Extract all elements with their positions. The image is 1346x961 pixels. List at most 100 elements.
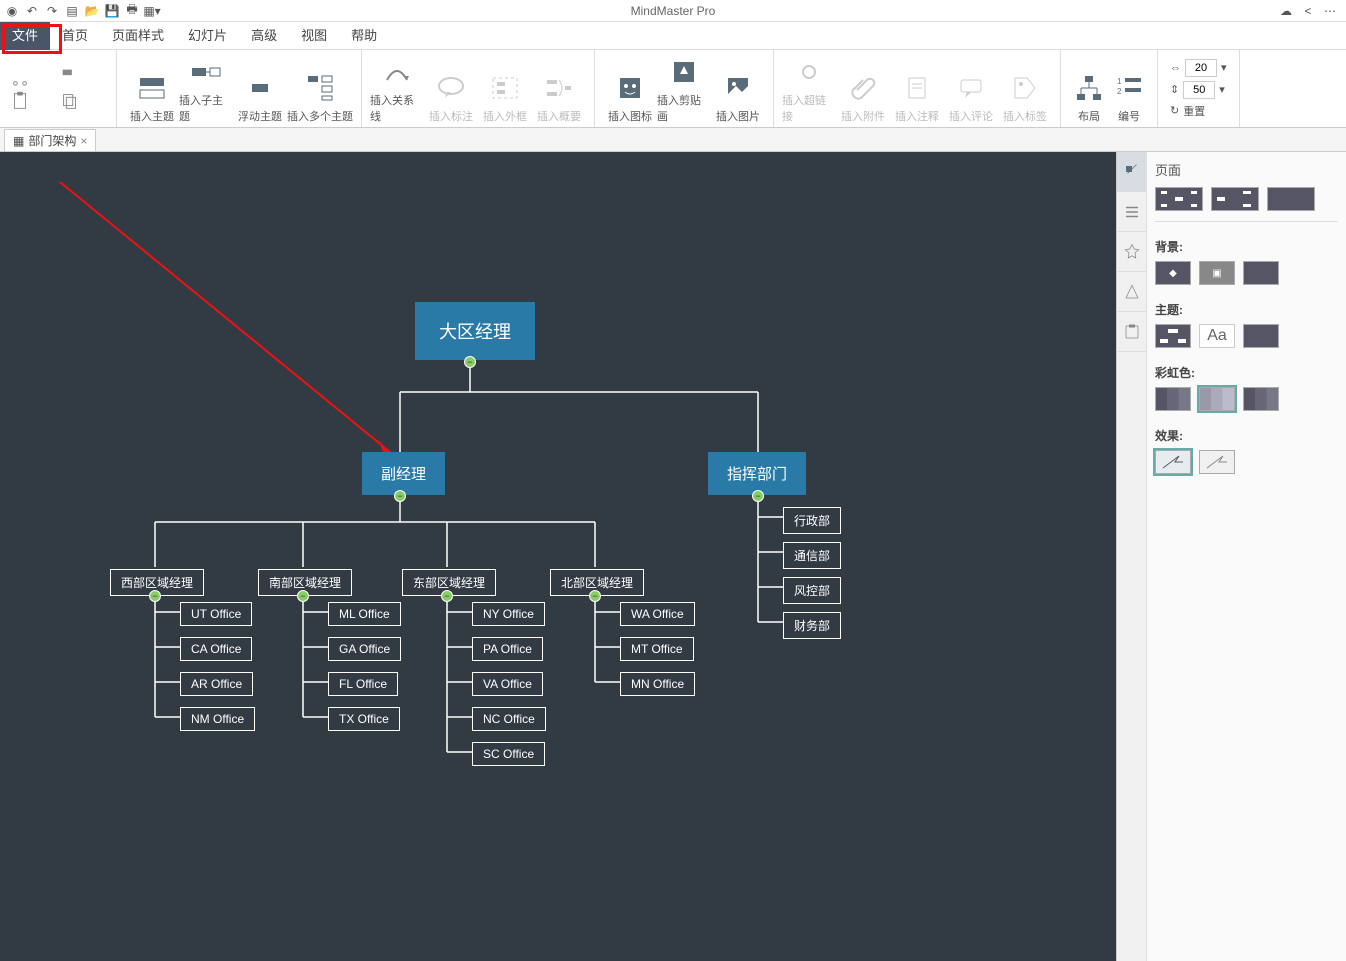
open-icon[interactable]: 📂 [84, 3, 100, 19]
paste-icon[interactable] [8, 90, 32, 112]
reset-button[interactable]: ↻ 重置 [1170, 103, 1227, 119]
collapse-toggle[interactable]: − [394, 490, 406, 502]
collapse-toggle[interactable]: − [149, 590, 161, 602]
collapse-toggle[interactable]: − [297, 590, 309, 602]
mindmap-leaf[interactable]: NC Office [472, 707, 546, 731]
mindmap-leaf[interactable]: TX Office [328, 707, 400, 731]
insert-hyperlink-button[interactable]: 插入超链接 [782, 54, 836, 124]
collapse-toggle[interactable]: − [464, 356, 476, 368]
export-icon[interactable]: ▦▾ [144, 3, 160, 19]
mindmap-leaf[interactable]: CA Office [180, 637, 252, 661]
more-icon[interactable]: ⋯ [1322, 3, 1338, 19]
sidetab-format[interactable] [1117, 152, 1146, 192]
mindmap-leaf[interactable]: 行政部 [783, 507, 841, 534]
bg-option[interactable] [1243, 261, 1279, 285]
bg-option[interactable]: ▣ [1199, 261, 1235, 285]
mindmap-leaf[interactable]: MN Office [620, 672, 695, 696]
mindmap-leaf[interactable]: NM Office [180, 707, 255, 731]
sidetab-outline[interactable] [1117, 192, 1146, 232]
insert-clipart-button[interactable]: 插入剪贴画 [657, 54, 711, 124]
insert-multiple-button[interactable]: 插入多个主题 [287, 54, 353, 124]
undo-icon[interactable]: ↶ [24, 3, 40, 19]
insert-note-button[interactable]: 插入注释 [890, 54, 944, 124]
mindmap-leaf[interactable]: WA Office [620, 602, 695, 626]
insert-boundary-button[interactable]: 插入外框 [478, 54, 532, 124]
mindmap-leaf[interactable]: MT Office [620, 637, 694, 661]
sidetab-clipart[interactable] [1117, 272, 1146, 312]
insert-tag-button[interactable]: 插入标签 [998, 54, 1052, 124]
rainbow-option[interactable] [1199, 387, 1235, 411]
menu-pagestyle[interactable]: 页面样式 [100, 22, 176, 50]
copy-icon[interactable] [58, 90, 82, 112]
rainbow-option[interactable] [1155, 387, 1191, 411]
collapse-toggle[interactable]: − [752, 490, 764, 502]
panel-title: 页面 [1155, 160, 1338, 179]
menu-view[interactable]: 视图 [289, 22, 339, 50]
mindmap-root[interactable]: 大区经理 [415, 302, 535, 360]
insert-topic-button[interactable]: 插入主题 [125, 54, 179, 124]
collapse-toggle[interactable]: − [589, 590, 601, 602]
mindmap-leaf[interactable]: 通信部 [783, 542, 841, 569]
mindmap-leaf[interactable]: ML Office [328, 602, 401, 626]
insert-attachment-button[interactable]: 插入附件 [836, 54, 890, 124]
globe-icon[interactable]: ◉ [4, 3, 20, 19]
numbering-button[interactable]: 12 编号 [1109, 54, 1149, 124]
mindmap-sub-command[interactable]: 指挥部门 [708, 452, 806, 495]
sidetab-task[interactable] [1117, 312, 1146, 352]
stepper-icon[interactable]: ▾ [1219, 83, 1225, 96]
insert-callout-button[interactable]: 插入标注 [424, 54, 478, 124]
save-icon[interactable]: 💾 [104, 3, 120, 19]
collapse-toggle[interactable]: − [441, 590, 453, 602]
menu-help[interactable]: 帮助 [339, 22, 389, 50]
cut-icon[interactable] [8, 66, 32, 88]
mindmap-leaf[interactable]: 财务部 [783, 612, 841, 639]
canvas[interactable]: 大区经理 − 副经理 − 指挥部门 − 西部区域经理 − 南部区域经理 − 东部… [0, 152, 1116, 961]
menu-advanced[interactable]: 高级 [239, 22, 289, 50]
theme-option[interactable] [1155, 324, 1191, 348]
mindmap-leaf[interactable]: NY Office [472, 602, 545, 626]
share-icon[interactable]: < [1300, 3, 1316, 19]
mindmap-leaf[interactable]: UT Office [180, 602, 252, 626]
mindmap-leaf[interactable]: PA Office [472, 637, 543, 661]
insert-subtopic-button[interactable]: 插入子主题 [179, 54, 233, 124]
mindmap-leaf[interactable]: AR Office [180, 672, 253, 696]
stepper-icon[interactable]: ▾ [1221, 61, 1227, 74]
svg-text:2: 2 [1117, 87, 1122, 96]
mindmap-leaf[interactable]: FL Office [328, 672, 398, 696]
mindmap-leaf[interactable]: 风控部 [783, 577, 841, 604]
sidetab-iconlib[interactable] [1117, 232, 1146, 272]
effect-option[interactable] [1199, 450, 1235, 474]
layout-option[interactable] [1267, 187, 1315, 211]
new-icon[interactable]: ▤ [64, 3, 80, 19]
hspacing-input[interactable] [1185, 59, 1217, 77]
mindmap-sub-assistant[interactable]: 副经理 [362, 452, 445, 495]
bg-option[interactable]: ◆ [1155, 261, 1191, 285]
theme-font-option[interactable]: Aa [1199, 324, 1235, 348]
insert-icon-button[interactable]: 插入图标 [603, 54, 657, 124]
mindmap-leaf[interactable]: SC Office [472, 742, 545, 766]
mindmap-leaf[interactable]: GA Office [328, 637, 401, 661]
menu-slideshow[interactable]: 幻灯片 [176, 22, 239, 50]
numbering-icon: 12 [1113, 72, 1145, 104]
close-icon[interactable]: × [80, 134, 87, 148]
effect-option[interactable] [1155, 450, 1191, 474]
mindmap-leaf[interactable]: VA Office [472, 672, 543, 696]
insert-relation-button[interactable]: 插入关系线 [370, 54, 424, 124]
insert-comment-button[interactable]: 插入评论 [944, 54, 998, 124]
print-icon[interactable]: 🖶 [124, 3, 140, 19]
insert-image-button[interactable]: 插入图片 [711, 54, 765, 124]
layout-option[interactable] [1155, 187, 1203, 211]
floating-topic-button[interactable]: 浮动主题 [233, 54, 287, 124]
panel-section-layout [1155, 187, 1338, 222]
panel-section-rainbow: 彩虹色: [1155, 364, 1338, 411]
document-tab[interactable]: ▦ 部门架构 × [4, 129, 96, 151]
layout-option[interactable] [1211, 187, 1259, 211]
insert-summary-button[interactable]: 插入概要 [532, 54, 586, 124]
redo-icon[interactable]: ↷ [44, 3, 60, 19]
theme-option[interactable] [1243, 324, 1279, 348]
layout-button[interactable]: 布局 [1069, 54, 1109, 124]
format-painter-icon[interactable] [58, 66, 82, 88]
rainbow-option[interactable] [1243, 387, 1279, 411]
vspacing-input[interactable] [1183, 81, 1215, 99]
cloud-icon[interactable]: ☁ [1278, 3, 1294, 19]
